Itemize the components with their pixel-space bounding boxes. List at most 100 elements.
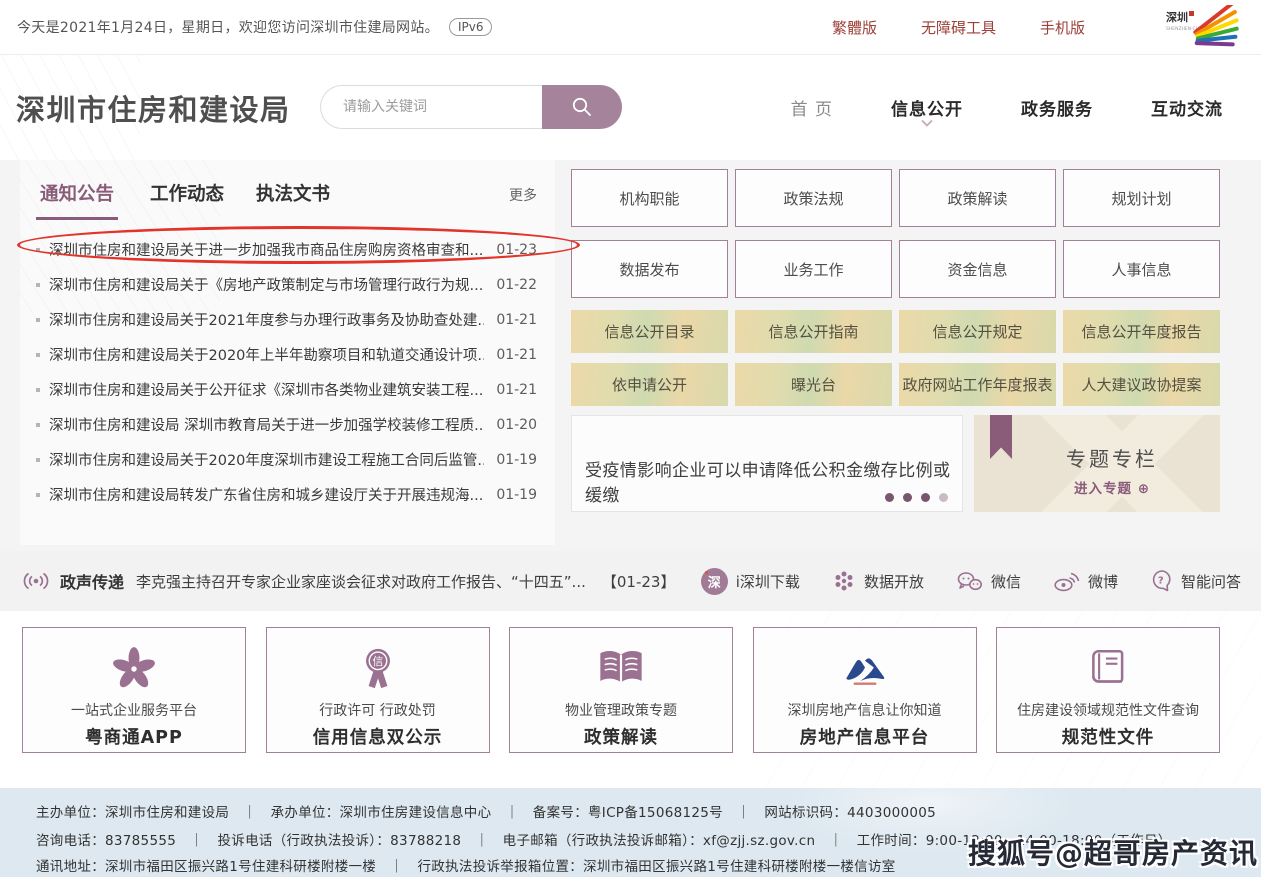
top-utility-bar: 今天是2021年1月24日，星期日，欢迎您访问深圳市住建局网站。 IPv6 繁體… bbox=[0, 0, 1261, 55]
medal-icon: 信 bbox=[354, 645, 402, 693]
btn-exposure-platform[interactable]: 曝光台 bbox=[735, 363, 892, 406]
bullet-icon bbox=[36, 318, 40, 322]
news-list: 深圳市住房和建设局关于进一步加强我市商品住房购房资格审查和... 01-23 深… bbox=[20, 232, 555, 512]
more-link[interactable]: 更多 bbox=[509, 185, 537, 205]
card-title: 政策解读 bbox=[510, 724, 732, 749]
ishenzhen-download-link[interactable]: 深 i深圳下载 bbox=[701, 568, 800, 595]
nav-home[interactable]: 首 页 bbox=[791, 95, 833, 120]
special-topics-card[interactable]: 专题专栏 进入专题 ⊕ bbox=[974, 415, 1220, 512]
card-yueshangtong-app[interactable]: 一站式企业服务平台 粤商通APP bbox=[22, 627, 246, 753]
news-item-date: 01-19 bbox=[496, 452, 537, 468]
svg-text:信: 信 bbox=[372, 655, 383, 668]
card-credit-disclosure[interactable]: 信 行政许可 行政处罚 信用信息双公示 bbox=[266, 627, 490, 753]
bullet-icon bbox=[36, 493, 40, 497]
open-data-link[interactable]: 数据开放 bbox=[832, 570, 924, 592]
search-input[interactable] bbox=[320, 85, 542, 129]
bullet-icon bbox=[36, 248, 40, 252]
card-subtitle: 物业管理政策专题 bbox=[510, 700, 732, 720]
news-item[interactable]: 深圳市住房和建设局关于2020年上半年勘察项目和轨道交通设计项... 01-21 bbox=[20, 337, 555, 372]
weibo-icon bbox=[1053, 571, 1080, 592]
card-policy-reading[interactable]: 物业管理政策专题 政策解读 bbox=[509, 627, 733, 753]
tab-enforcement-docs[interactable]: 执法文书 bbox=[256, 180, 330, 217]
open-book-icon bbox=[596, 647, 646, 691]
accessibility-tools-link[interactable]: 无障碍工具 bbox=[921, 17, 996, 38]
btn-npc-cppcc-proposals[interactable]: 人大建议政协提案 bbox=[1063, 363, 1220, 406]
btn-data-release[interactable]: 数据发布 bbox=[571, 240, 728, 298]
news-item-title: 深圳市住房和建设局 深圳市教育局关于进一步加强学校装修工程质... bbox=[49, 414, 484, 435]
smart-qa-link[interactable]: ? 智能问答 bbox=[1150, 569, 1241, 593]
enter-topics-link[interactable]: 进入专题 ⊕ bbox=[1004, 477, 1220, 497]
news-item-title: 深圳市住房和建设局关于2020年上半年勘察项目和轨道交通设计项... bbox=[49, 344, 484, 365]
wechat-link[interactable]: 微信 bbox=[956, 571, 1021, 592]
carousel-dot[interactable] bbox=[903, 493, 912, 502]
news-item-date: 01-21 bbox=[496, 382, 537, 398]
bullet-icon bbox=[36, 353, 40, 357]
btn-policies-laws[interactable]: 政策法规 bbox=[735, 169, 892, 227]
weibo-link[interactable]: 微博 bbox=[1053, 571, 1118, 592]
real-estate-platform-logo bbox=[838, 650, 892, 688]
btn-disclosure-request[interactable]: 依申请公开 bbox=[571, 363, 728, 406]
tab-notices[interactable]: 通知公告 bbox=[36, 180, 118, 220]
nav-info-disclosure-label: 信息公开 bbox=[891, 100, 963, 120]
news-item-title: 深圳市住房和建设局关于《房地产政策制定与市场管理行政行为规... bbox=[49, 274, 484, 295]
gov-voice-label: 政声传递 bbox=[60, 569, 124, 593]
card-title: 粤商通APP bbox=[23, 724, 245, 749]
chevron-down-icon bbox=[920, 119, 934, 127]
site-search bbox=[320, 85, 622, 129]
news-item[interactable]: 深圳市住房和建设局关于2020年度深圳市建设工程施工合同后监管... 01-19 bbox=[20, 442, 555, 477]
btn-personnel-info[interactable]: 人事信息 bbox=[1063, 240, 1220, 298]
news-item-date: 01-22 bbox=[496, 277, 537, 293]
nav-interaction[interactable]: 互动交流 bbox=[1151, 95, 1223, 120]
quick-link-label: 微博 bbox=[1088, 571, 1118, 592]
news-item-title: 深圳市住房和建设局关于进一步加强我市商品住房购房资格审查和... bbox=[49, 239, 484, 260]
site-header: 深圳市住房和建设局 首 页 信息公开 政务服务 互动交流 bbox=[0, 55, 1261, 160]
btn-website-annual-form[interactable]: 政府网站工作年度报表 bbox=[899, 363, 1056, 406]
carousel-dot[interactable] bbox=[939, 493, 948, 502]
news-item-title: 深圳市住房和建设局关于2020年度深圳市建设工程施工合同后监管... bbox=[49, 449, 484, 470]
btn-org-functions[interactable]: 机构职能 bbox=[571, 169, 728, 227]
carousel-dot[interactable] bbox=[921, 493, 930, 502]
btn-funds-info[interactable]: 资金信息 bbox=[899, 240, 1056, 298]
mobile-version-link[interactable]: 手机版 bbox=[1040, 17, 1085, 38]
btn-disclosure-rules[interactable]: 信息公开规定 bbox=[899, 310, 1056, 353]
quick-link-label: i深圳下载 bbox=[736, 571, 800, 592]
sohu-watermark: 搜狐号@超哥房产资讯 bbox=[968, 832, 1258, 872]
btn-disclosure-catalog[interactable]: 信息公开目录 bbox=[571, 310, 728, 353]
news-item[interactable]: 深圳市住房和建设局关于2021年度参与办理行政事务及协助查处建... 01-21 bbox=[20, 302, 555, 337]
search-button[interactable] bbox=[542, 85, 622, 129]
news-item-date: 01-21 bbox=[496, 312, 537, 328]
nav-info-disclosure[interactable]: 信息公开 bbox=[891, 95, 963, 120]
svg-text:深圳: 深圳 bbox=[1166, 10, 1188, 24]
top-links: 繁體版 无障碍工具 手机版 深圳 SHENZHEN·CHINA bbox=[832, 5, 1247, 49]
card-subtitle: 住房建设领域规范性文件查询 bbox=[997, 700, 1219, 720]
announcement-carousel[interactable]: 受疫情影响企业可以申请降低公积金缴存比例或缓缴 bbox=[571, 415, 963, 512]
quick-link-label: 数据开放 bbox=[864, 571, 924, 592]
news-item[interactable]: 深圳市住房和建设局关于进一步加强我市商品住房购房资格审查和... 01-23 bbox=[20, 232, 555, 267]
card-subtitle: 一站式企业服务平台 bbox=[23, 700, 245, 720]
news-item-title: 深圳市住房和建设局转发广东省住房和城乡建设厅关于开展违规海... bbox=[49, 484, 484, 505]
gov-voice-headline[interactable]: 李克强主持召开专家企业家座谈会征求对政府工作报告、“十四五”... bbox=[136, 571, 586, 592]
carousel-dot[interactable] bbox=[885, 493, 894, 502]
tab-work-updates[interactable]: 工作动态 bbox=[150, 180, 224, 217]
btn-policy-reading[interactable]: 政策解读 bbox=[899, 169, 1056, 227]
news-item[interactable]: 深圳市住房和建设局转发广东省住房和城乡建设厅关于开展违规海... 01-19 bbox=[20, 477, 555, 512]
info-button-grid: 机构职能 政策法规 政策解读 规划计划 数据发布 业务工作 资金信息 人事信息 bbox=[571, 169, 1220, 298]
btn-business-work[interactable]: 业务工作 bbox=[735, 240, 892, 298]
news-item[interactable]: 深圳市住房和建设局关于《房地产政策制定与市场管理行政行为规... 01-22 bbox=[20, 267, 555, 302]
news-item-title: 深圳市住房和建设局关于2021年度参与办理行政事务及协助查处建... bbox=[49, 309, 484, 330]
card-subtitle: 行政许可 行政处罚 bbox=[267, 700, 489, 720]
btn-annual-report[interactable]: 信息公开年度报告 bbox=[1063, 310, 1220, 353]
btn-planning[interactable]: 规划计划 bbox=[1063, 169, 1220, 227]
traditional-chinese-link[interactable]: 繁體版 bbox=[832, 17, 877, 38]
ishenzhen-icon: 深 bbox=[701, 568, 728, 595]
nav-gov-services[interactable]: 政务服务 bbox=[1021, 95, 1093, 120]
news-item-date: 01-19 bbox=[496, 487, 537, 503]
news-item[interactable]: 深圳市住房和建设局 深圳市教育局关于进一步加强学校装修工程质... 01-20 bbox=[20, 407, 555, 442]
news-item[interactable]: 深圳市住房和建设局关于公开征求《深圳市各类物业建筑安装工程... 01-21 bbox=[20, 372, 555, 407]
circle-plus-icon: ⊕ bbox=[1138, 481, 1150, 497]
btn-disclosure-guide[interactable]: 信息公开指南 bbox=[735, 310, 892, 353]
broadcast-icon bbox=[22, 572, 50, 590]
data-cluster-icon bbox=[832, 570, 856, 592]
ipv6-badge[interactable]: IPv6 bbox=[449, 18, 493, 36]
news-panel: 通知公告 工作动态 执法文书 更多 深圳市住房和建设局关于进一步加强我市商品住房… bbox=[20, 160, 555, 545]
